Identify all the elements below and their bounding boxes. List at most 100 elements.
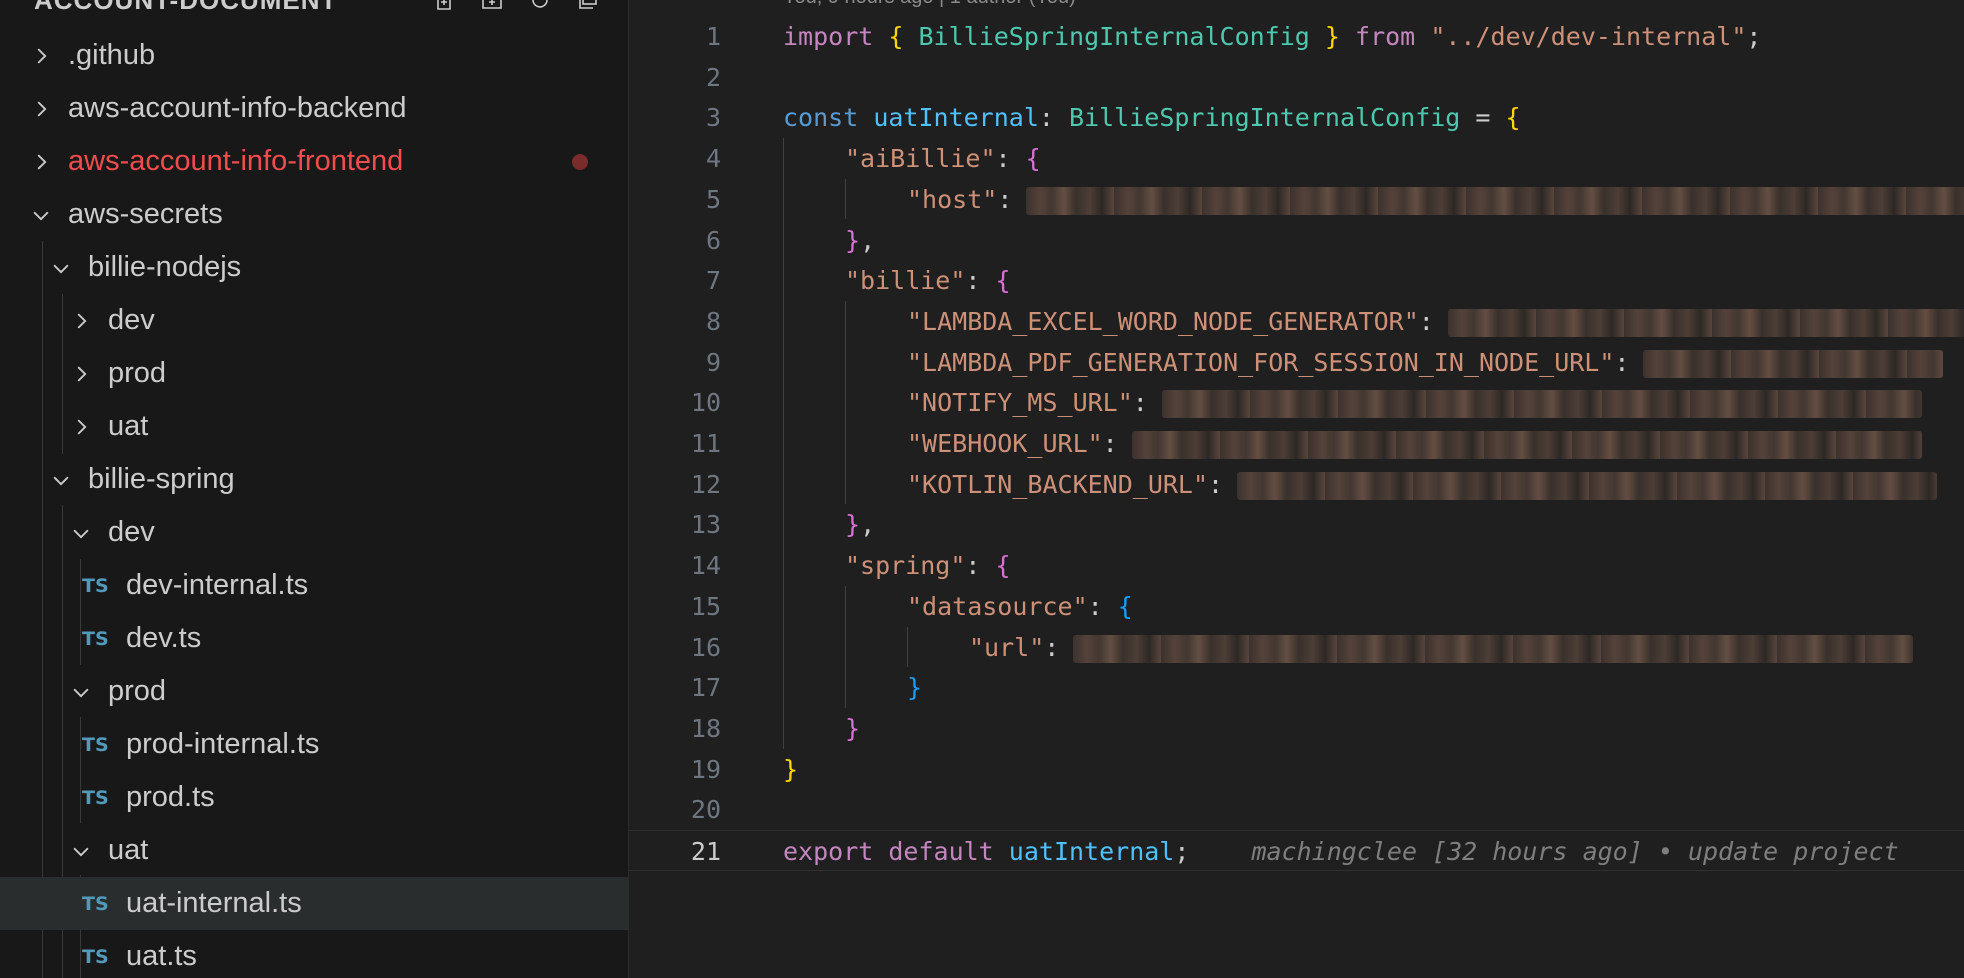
line-number: 7 [705,266,721,296]
file-prod-ts[interactable]: TS prod.ts [0,771,628,824]
folder-dev[interactable]: dev [0,506,628,559]
line-number: 10 [690,388,721,418]
redacted-value [1131,431,1922,459]
folder-prod[interactable]: prod [0,665,628,718]
code-text: "host": [907,179,1964,220]
code-text: "spring": { [845,551,1011,581]
code-line[interactable]: 20 [629,789,1964,830]
chevron-down-icon [70,840,92,862]
tree-item-label: billie-nodejs [88,251,242,283]
code-line[interactable]: 17} [629,667,1964,708]
refresh-icon[interactable] [526,0,554,14]
tree-item-label: prod-internal.ts [126,728,320,760]
folder-github[interactable]: .github [0,29,628,82]
code-line[interactable]: 18} [629,708,1964,749]
code-line[interactable]: 9 "LAMBDA_PDF_GENERATION_FOR_SESSION_IN_N… [629,342,1964,383]
code-line[interactable]: 5 "host": [629,179,1964,220]
code-line[interactable]: 7 "billie": { [629,260,1964,301]
tree-item-label: dev [108,304,155,336]
line-number: 9 [705,347,721,377]
code-line[interactable]: 15 "datasource": { [629,586,1964,627]
line-number: 11 [690,429,721,458]
code-line[interactable]: 12 "KOTLIN_BACKEND_URL": [629,464,1964,505]
chevron-right-icon [30,151,52,173]
chevron-down-icon [70,681,92,703]
file-dev-internal-ts[interactable]: TS dev-internal.ts [0,559,628,612]
chevron-down-icon [50,257,72,279]
editor-indent-guide [783,138,784,749]
chevron-down-icon [50,469,72,491]
redacted-value [1073,634,1914,663]
explorer-sidebar: ACCOUNT-DOCUMENT [0,0,629,978]
code-line[interactable]: 3 const uatInternal: BillieSpringInternal… [629,97,1964,138]
folder-uat[interactable]: uat [0,824,628,877]
code-line[interactable]: 1 import { BillieSpringInternalConfig } f… [629,16,1964,57]
code-line[interactable]: 6}, [629,220,1964,261]
tree-item-label: .github [68,39,156,71]
code-line[interactable]: 11 "WEBHOOK_URL": [629,423,1964,464]
tree-item-label: dev.ts [126,622,202,654]
typescript-file-icon: TS [82,627,109,650]
code-line[interactable]: 8 "LAMBDA_EXCEL_WORD_NODE_GENERATOR": [629,301,1964,342]
tree-item-label: billie-spring [88,463,235,495]
code-line[interactable]: 4 "aiBillie": { [629,138,1964,179]
code-line[interactable]: 10 "NOTIFY_MS_URL": [629,382,1964,423]
line-number: 19 [690,754,721,784]
tree-item-label: dev-internal.ts [126,569,309,601]
code-line[interactable]: 16 "url": [629,627,1964,668]
tree-item-label: prod [108,357,167,389]
line-number: 14 [690,551,721,581]
code-editor[interactable]: You, 9 hours ago | 1 author (You) 1 impor… [629,0,1964,978]
tree-item-label: aws-secrets [68,198,223,230]
explorer-title: ACCOUNT-DOCUMENT [34,0,337,16]
folder-prod[interactable]: prod [0,347,628,400]
tree-item-label: prod.ts [126,781,215,813]
explorer-actions [430,0,602,14]
folder-billie-nodejs[interactable]: billie-nodejs [0,241,628,294]
editor-indent-guide [845,178,846,220]
tree-item-label: dev [108,516,155,548]
folder-billie-spring[interactable]: billie-spring [0,453,628,506]
folder-aws-account-info-backend[interactable]: aws-account-info-backend [0,82,628,135]
code-text: "LAMBDA_EXCEL_WORD_NODE_GENERATOR": [907,301,1964,342]
tree-item-label: uat [108,834,149,866]
editor-indent-guide [907,626,908,668]
line-number: 3 [705,103,721,133]
file-dev-ts[interactable]: TS dev.ts [0,612,628,665]
code-line[interactable]: 19} [629,749,1964,790]
new-folder-icon[interactable] [478,0,506,14]
redacted-value [1026,186,1964,215]
folder-dev[interactable]: dev [0,294,628,347]
code-line[interactable]: 2 [629,57,1964,98]
line-number: 13 [690,510,721,540]
tree-item-label: uat.ts [126,940,197,972]
file-prod-internal-ts[interactable]: TS prod-internal.ts [0,718,628,771]
code-line[interactable]: 13}, [629,504,1964,545]
chevron-down-icon [30,204,52,226]
typescript-file-icon: TS [82,945,109,968]
code-text: "LAMBDA_PDF_GENERATION_FOR_SESSION_IN_NO… [907,342,1944,383]
chevron-right-icon [70,310,92,332]
new-file-icon[interactable] [430,0,458,14]
code-text: }, [845,510,876,540]
git-blame-annotation: machingclee [32 hours ago] • update proj… [1251,837,1899,866]
typescript-file-icon: TS [82,892,109,915]
line-number: 15 [690,591,721,621]
code-text: "NOTIFY_MS_URL": [907,382,1922,423]
collapse-all-icon[interactable] [574,0,602,14]
line-number: 18 [690,713,721,743]
tree-item-label: prod [108,675,167,707]
folder-aws-account-info-frontend[interactable]: aws-account-info-frontend [0,135,628,188]
code-line[interactable]: 21 export default uatInternal; machingclee… [629,830,1964,871]
chevron-right-icon [70,363,92,385]
line-number: 1 [705,22,721,51]
file-uat-ts[interactable]: TS uat.ts [0,930,628,978]
folder-uat[interactable]: uat [0,400,628,453]
line-number: 16 [690,632,721,662]
code-line[interactable]: 14 "spring": { [629,545,1964,586]
codelens-authors[interactable]: You, 9 hours ago | 1 author (You) [783,0,1076,9]
file-uat-internal-ts[interactable]: TS uat-internal.ts [0,877,628,930]
line-number: 20 [690,795,721,825]
folder-aws-secrets[interactable]: aws-secrets [0,188,628,241]
code-text: "datasource": { [907,591,1133,621]
